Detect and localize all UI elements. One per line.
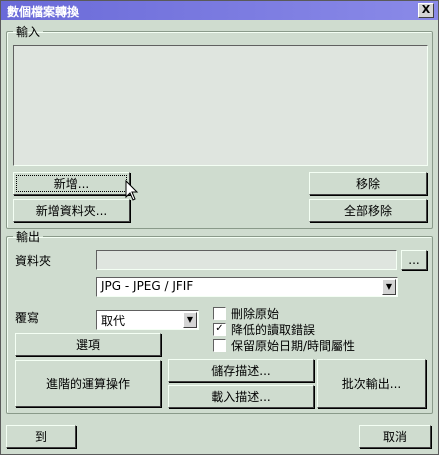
add-folder-button[interactable]: 新增資料夾... <box>13 199 130 222</box>
checkbox-label: 降低的讀取錯誤 <box>231 323 316 337</box>
output-folder-field[interactable] <box>96 250 397 270</box>
checkbox-box: ✓ <box>213 323 226 336</box>
add-button[interactable]: 新增... <box>13 172 130 195</box>
output-group-legend: 輸出 <box>16 230 41 244</box>
folder-label: 資料夾 <box>15 254 52 268</box>
mouse-pointer-icon <box>125 180 139 201</box>
input-group-legend: 輸入 <box>16 25 41 39</box>
input-file-list[interactable] <box>13 45 428 166</box>
go-button[interactable]: 到 <box>6 425 76 448</box>
format-select-value: JPG - JPEG / JFIF <box>101 279 194 293</box>
load-description-button[interactable]: 載入描述... <box>168 385 314 408</box>
overwrite-select[interactable]: 取代 ▼ <box>96 310 199 330</box>
keep-date-checkbox[interactable]: 保留原始日期/時間屬性 <box>213 337 355 354</box>
checkbox-box <box>213 339 226 352</box>
checkbox-label: 保留原始日期/時間屬性 <box>231 339 356 353</box>
reduce-read-errors-checkbox[interactable]: ✓ 降低的讀取錯誤 <box>213 321 315 338</box>
remove-button[interactable]: 移除 <box>309 172 427 195</box>
window-title: 數個檔案轉換 <box>7 5 80 19</box>
advanced-operations-button[interactable]: 進階的運算操作 <box>15 360 161 407</box>
delete-original-checkbox[interactable]: 刪除原始 <box>213 305 279 322</box>
title-bar: 數個檔案轉換 X <box>1 1 438 20</box>
save-description-button[interactable]: 儲存描述... <box>168 359 314 382</box>
options-button[interactable]: 選項 <box>15 333 161 356</box>
format-select[interactable]: JPG - JPEG / JFIF ▼ <box>96 277 398 297</box>
browse-folder-button[interactable]: ... <box>401 250 427 270</box>
chevron-down-icon: ▼ <box>382 279 396 295</box>
checkbox-label: 刪除原始 <box>231 307 280 321</box>
batch-convert-dialog: 數個檔案轉換 X 輸入 新增... 新增資料夾... 移除 全部移除 輸出 資料… <box>0 0 439 455</box>
close-button[interactable]: X <box>418 3 434 18</box>
remove-all-button[interactable]: 全部移除 <box>309 199 427 222</box>
batch-output-button[interactable]: 批次輸出... <box>317 359 426 408</box>
cancel-button[interactable]: 取消 <box>359 425 431 448</box>
checkbox-box <box>213 307 226 320</box>
overwrite-label: 覆寫 <box>15 311 40 325</box>
overwrite-select-value: 取代 <box>101 314 126 328</box>
chevron-down-icon: ▼ <box>183 312 197 328</box>
